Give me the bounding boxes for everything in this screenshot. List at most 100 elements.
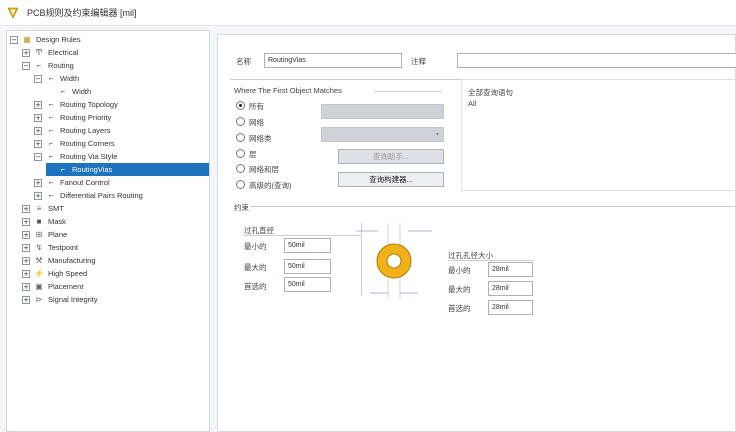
tree-node-placement[interactable]: + ▣ Placement [22, 280, 209, 293]
divider [250, 206, 736, 207]
tree-node-mask[interactable]: + ■ Mask [22, 215, 209, 228]
radio-advanced-query[interactable] [236, 180, 245, 189]
tree-node-label: Routing Topology [60, 100, 118, 109]
tree-node-label: Mask [48, 217, 66, 226]
tree-node-width[interactable]: − ⌐ Width [34, 72, 209, 85]
tree-node-design-rules[interactable]: − ▦ Design Rules [10, 33, 209, 46]
tree-node-routing-priority[interactable]: + ⌐ Routing Priority [34, 111, 209, 124]
radio-net-class-label: 网络类 [249, 134, 272, 143]
collapse-icon[interactable]: − [34, 152, 42, 161]
tree-node-fanout-control[interactable]: + ⌐ Fanout Control [34, 176, 209, 189]
tree-node-routing-via-style[interactable]: − ⌐ Routing Via Style [34, 150, 209, 163]
name-label: 名称 [236, 57, 251, 66]
signal-integrity-icon: ⊳ [35, 295, 43, 304]
topology-icon: ⌐ [48, 100, 54, 109]
collapse-icon[interactable]: − [10, 35, 18, 44]
layers-icon: ⌐ [48, 126, 54, 135]
expand-icon[interactable]: + [22, 204, 30, 213]
expand-icon[interactable]: + [34, 139, 42, 148]
tree-node-label: Signal Integrity [48, 295, 98, 304]
expand-icon[interactable]: + [34, 178, 42, 187]
via-min-label: 最小的 [244, 242, 267, 251]
radio-layer[interactable] [236, 149, 245, 158]
tree-node-width-rule[interactable]: ⌐ Width [46, 85, 209, 98]
divider [448, 260, 534, 261]
constraints-heading: 约束 [234, 203, 249, 212]
radio-net-and-layer[interactable] [236, 164, 245, 173]
expand-icon[interactable]: + [22, 243, 30, 252]
tree-node-electrical[interactable]: + Ͳ Electrical [22, 46, 209, 59]
radio-net-class[interactable] [236, 133, 245, 142]
via-diameter-min-input[interactable]: 50mil [284, 238, 331, 253]
expand-icon[interactable]: + [22, 269, 30, 278]
expand-icon[interactable]: + [22, 256, 30, 265]
tree-node-signal-integrity[interactable]: + ⊳ Signal Integrity [22, 293, 209, 306]
expand-icon[interactable]: + [22, 230, 30, 239]
radio-all[interactable] [236, 101, 245, 110]
radio-all-label: 所有 [249, 102, 264, 111]
tree-node-label: Routing [48, 61, 74, 70]
tree-node-label: Differential Pairs Routing [60, 191, 143, 200]
collapse-icon[interactable]: − [34, 74, 42, 83]
expand-icon[interactable]: + [22, 282, 30, 291]
rule-name-input[interactable]: RoutingVias [264, 53, 402, 68]
tree-node-routingvias[interactable]: ⌐ RoutingVias [46, 163, 209, 176]
chevron-down-icon: ▾ [435, 132, 439, 138]
tree-node-plane[interactable]: + ⊞ Plane [22, 228, 209, 241]
diff-pairs-icon: ⌐ [48, 191, 54, 200]
tree-node-routing[interactable]: − ⌐ Routing [22, 59, 209, 72]
net-class-select[interactable]: ▾ [321, 127, 444, 142]
tree-node-label: Width [72, 87, 92, 96]
full-query-heading: 全部查询语句 [468, 88, 513, 97]
via-pref-label: 首选的 [244, 282, 267, 291]
tree-node-label: Placement [48, 282, 84, 291]
tree-node-differential-pairs-routing[interactable]: + ⌐ Differential Pairs Routing [34, 189, 209, 202]
tree-node-label: Manufacturing [48, 256, 96, 265]
expand-icon[interactable]: + [34, 100, 42, 109]
priority-icon: ⌐ [48, 113, 54, 122]
expand-icon[interactable]: + [34, 191, 42, 200]
radio-net[interactable] [236, 117, 245, 126]
rule-tree[interactable]: − ▦ Design Rules + Ͳ Electrical − ⌐ Rout… [6, 30, 210, 432]
expand-icon[interactable]: + [34, 113, 42, 122]
folder-icon: ▦ [23, 35, 31, 44]
expand-icon[interactable]: + [34, 126, 42, 135]
tree-node-label: High Speed [48, 269, 88, 278]
hole-pref-label: 首选的 [448, 304, 471, 313]
tree-node-manufacturing[interactable]: + ⚒ Manufacturing [22, 254, 209, 267]
via-diameter-preferred-input[interactable]: 50mil [284, 277, 331, 292]
tree-node-routing-corners[interactable]: + ⌐ Routing Corners [34, 137, 209, 150]
tree-node-label: Routing Priority [60, 113, 112, 122]
high-speed-icon: ⚡ [34, 269, 44, 278]
hole-size-min-input[interactable]: 28mil [488, 262, 533, 277]
tree-node-routing-layers[interactable]: + ⌐ Routing Layers [34, 124, 209, 137]
full-query-text: All [468, 99, 477, 108]
radio-advanced-query-label: 高级的(查询) [249, 181, 292, 190]
match-heading: Where The First Object Matches [234, 86, 342, 95]
rule-comment-input[interactable] [457, 53, 736, 68]
expand-icon[interactable]: + [22, 48, 30, 57]
via-diameter-max-input[interactable]: 50mil [284, 259, 331, 274]
hole-size-max-input[interactable]: 28mil [488, 281, 533, 296]
net-select[interactable] [321, 104, 444, 119]
query-helper-button[interactable]: 查询助手... [338, 149, 444, 164]
tree-node-high-speed[interactable]: + ⚡ High Speed [22, 267, 209, 280]
tree-node-smt[interactable]: + ≡ SMT [22, 202, 209, 215]
expand-icon[interactable]: + [22, 217, 30, 226]
via-diagram-icon [356, 223, 432, 299]
testpoint-icon: ↯ [35, 243, 43, 252]
routing-icon: ⌐ [36, 61, 42, 70]
hole-max-label: 最大的 [448, 285, 471, 294]
expand-icon[interactable]: + [22, 295, 30, 304]
hole-size-preferred-input[interactable]: 28mil [488, 300, 533, 315]
corners-icon: ⌐ [48, 139, 54, 148]
tree-node-label: RoutingVias [72, 165, 113, 174]
tree-node-routing-topology[interactable]: + ⌐ Routing Topology [34, 98, 209, 111]
collapse-icon[interactable]: − [22, 61, 30, 70]
divider [374, 91, 442, 92]
query-builder-button[interactable]: 查询构建器... [338, 172, 444, 187]
via-style-icon: ⌐ [48, 152, 54, 161]
mask-icon: ■ [36, 217, 42, 226]
tree-node-testpoint[interactable]: + ↯ Testpoint [22, 241, 209, 254]
manufacturing-icon: ⚒ [35, 256, 43, 265]
